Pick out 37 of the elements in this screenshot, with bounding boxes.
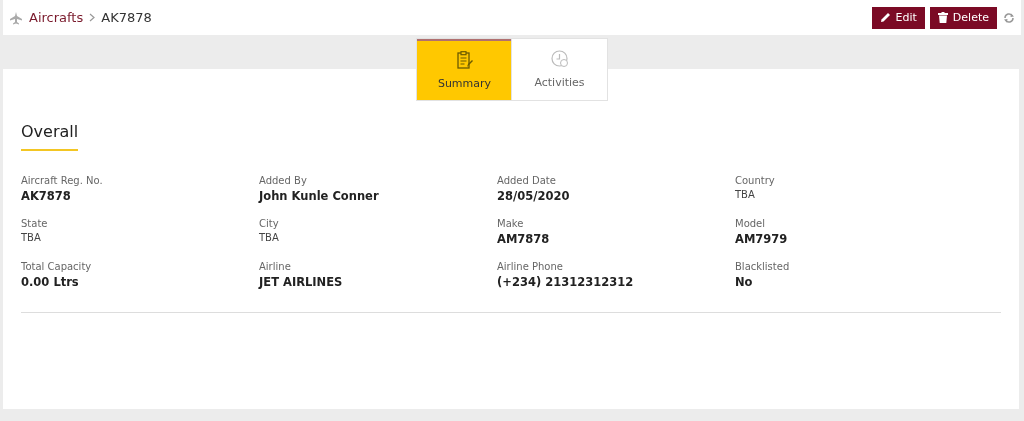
edit-button[interactable]: Edit [871,6,925,29]
field-value: John Kunle Conner [259,189,380,203]
chevron-icon [89,13,96,22]
field-value: JET AIRLINES [259,275,344,289]
field-label: Model [735,218,767,229]
field-label: State [21,218,49,229]
field-label: Airline [259,261,292,272]
field-value: TBA [21,232,42,243]
trash-icon [937,12,948,23]
field-value: (+234) 21312312312 [497,275,635,289]
field-value: AK7878 [21,189,72,203]
breadcrumb-current: AK7878 [101,10,152,25]
clock-icon [550,50,569,68]
field-label: Total Capacity [21,261,93,272]
field-label: Added Date [497,175,557,186]
delete-button[interactable]: Delete [929,6,997,29]
refresh-icon[interactable] [1003,11,1015,24]
field-value: 28/05/2020 [497,189,571,203]
field-value: AM7878 [497,232,551,246]
field-value: No [735,275,754,289]
field-label: City [259,218,280,229]
field-label: Added By [259,175,308,186]
pencil-icon [879,12,891,23]
field-label: Blacklisted [735,261,791,272]
tab[interactable]: Activities [512,39,607,100]
field-value: 0.00 Ltrs [21,275,80,289]
field-value: AM7979 [735,232,789,246]
clipboard-icon [456,51,473,69]
field-value: TBA [259,232,280,243]
section-title: Overall [21,122,79,151]
field-label: Airline Phone [497,261,564,272]
field-label: Aircraft Reg. No. [21,175,104,186]
breadcrumb-link[interactable]: Aircrafts [29,10,84,25]
field-value: TBA [735,189,756,200]
field-label: Make [497,218,525,229]
tab[interactable]: Summary [417,39,512,100]
field-label: Country [735,175,776,186]
